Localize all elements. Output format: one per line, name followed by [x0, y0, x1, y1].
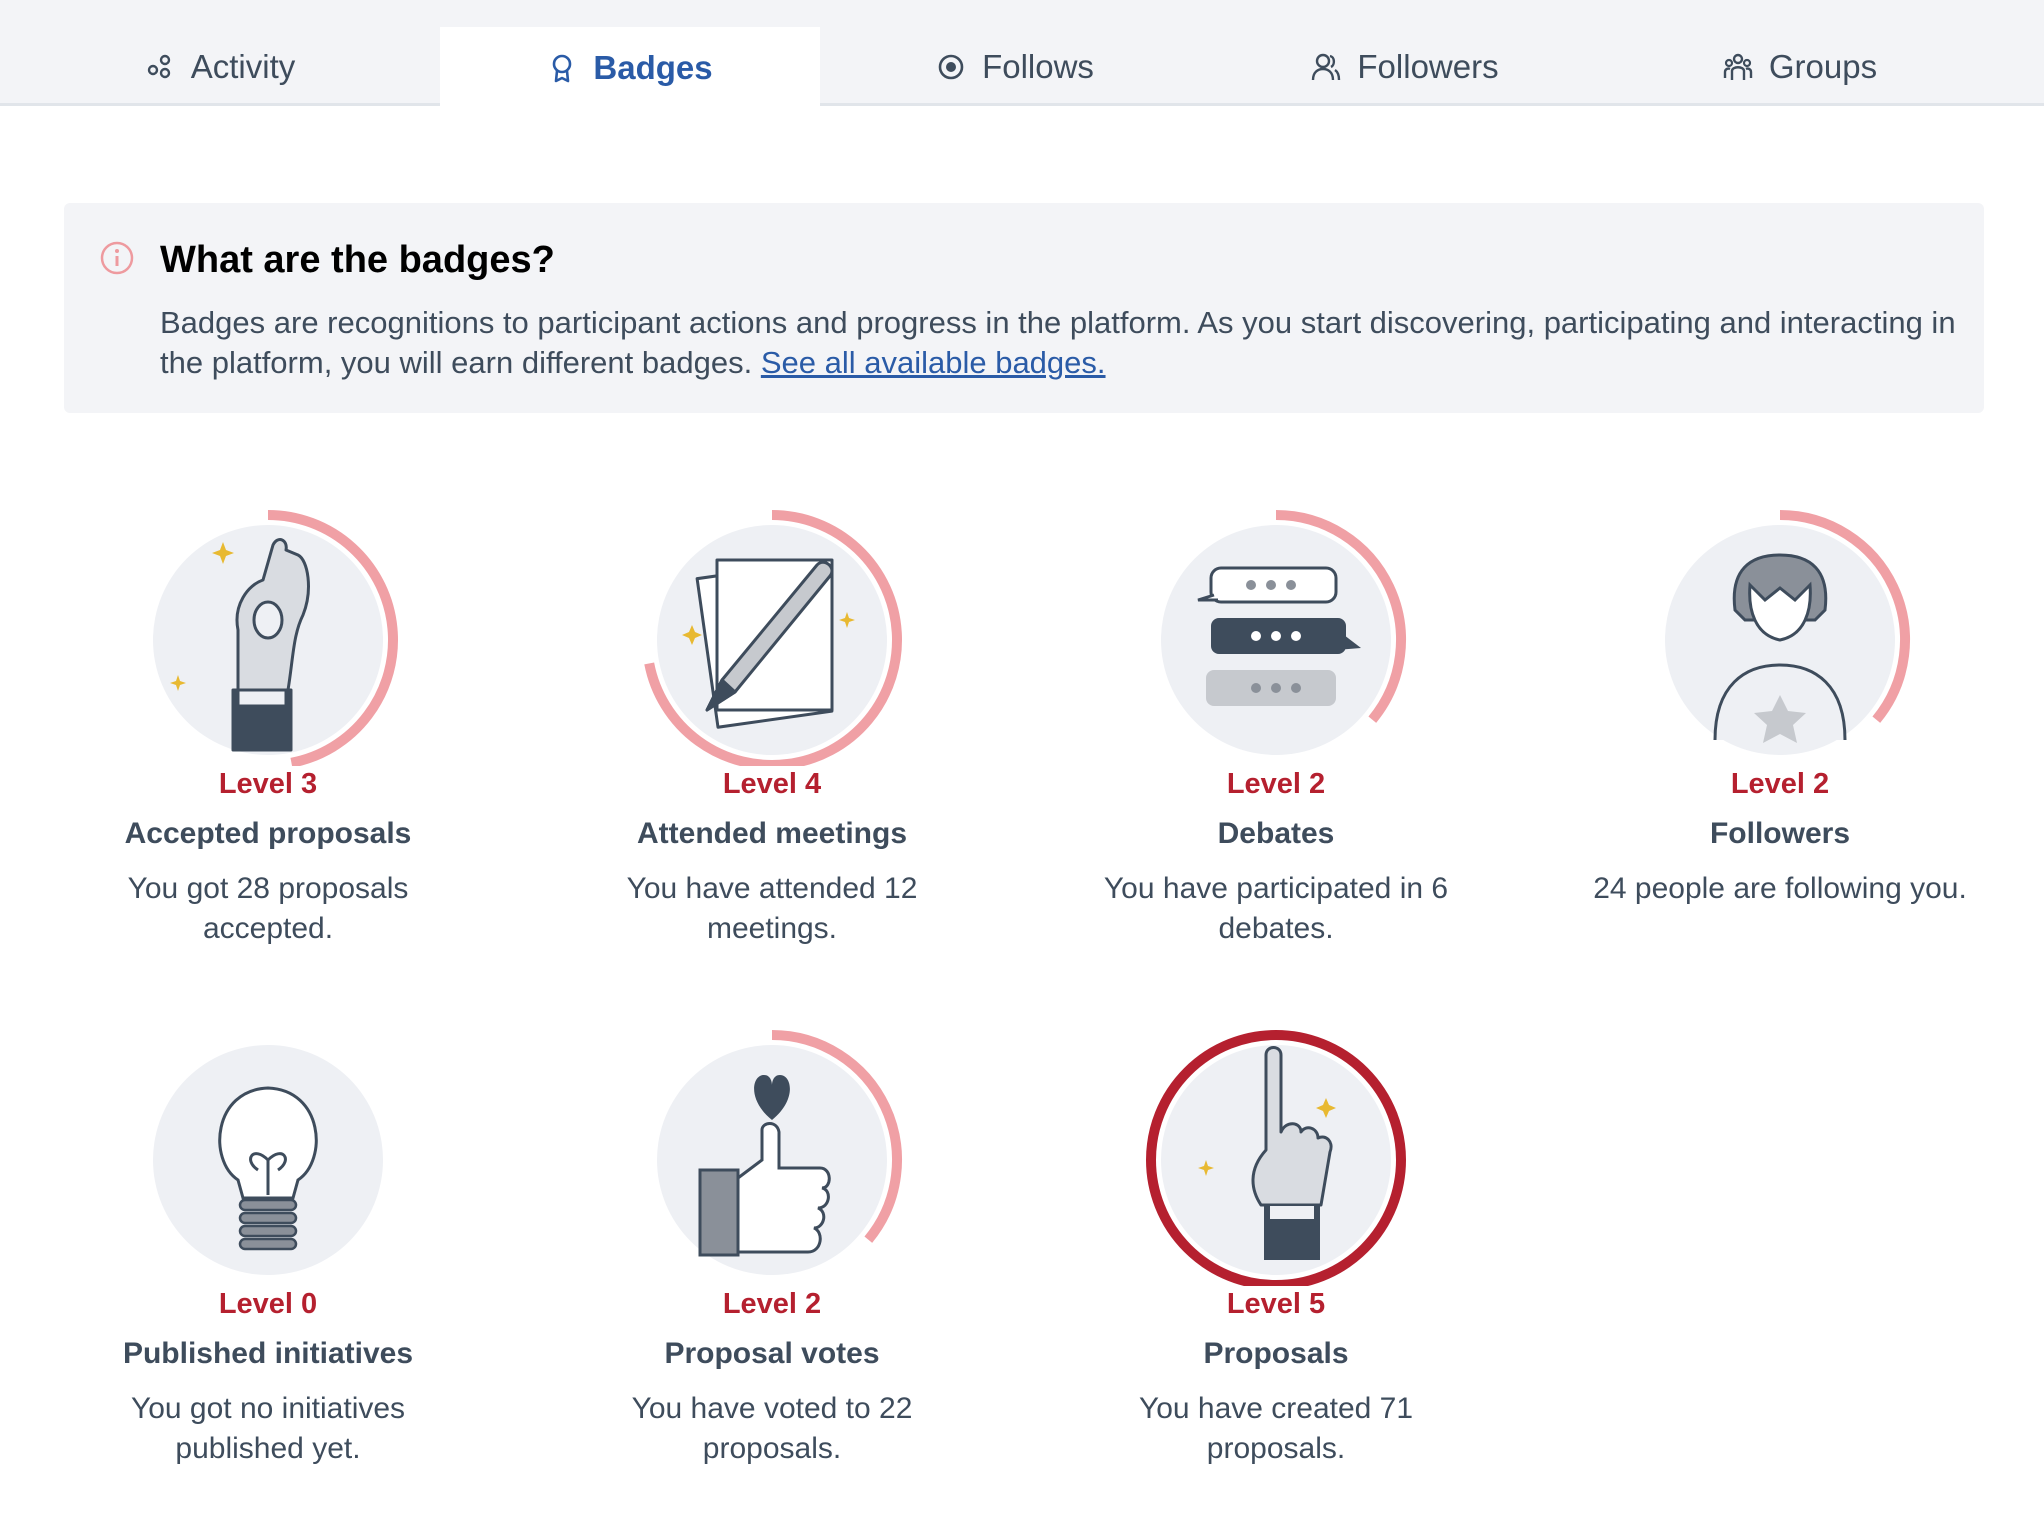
- tab-label: Groups: [1768, 47, 1878, 85]
- tab-followers[interactable]: Followers: [1210, 27, 1600, 106]
- tab-label: Activity: [190, 47, 296, 85]
- pencil-notes-icon: [644, 510, 902, 770]
- badge-proposal-votes[interactable]: Level 2 Proposal votes You have voted to…: [562, 1020, 982, 1469]
- badge-level: Level 0: [206, 1286, 330, 1323]
- badge-name: Followers: [1709, 817, 1851, 850]
- tab-label: Followers: [1357, 47, 1499, 85]
- badge-published-initiatives[interactable]: Level 0 Published initiatives You got no…: [58, 1020, 478, 1469]
- tab-bar: Activity Badges Follows Followers Groups: [0, 0, 2044, 109]
- info-text: Badges are recognitions to participant a…: [160, 303, 1960, 383]
- tab-groups[interactable]: Groups: [1600, 27, 2000, 106]
- badge-icon: [553, 54, 572, 83]
- activity-icon: [147, 54, 170, 78]
- users-icon: [1312, 53, 1341, 80]
- badge-level: Level 2: [1214, 766, 1338, 803]
- badge-debates[interactable]: Level 2 Debates You have participated in…: [1066, 500, 1486, 949]
- badge-followers[interactable]: Level 2 Followers 24 people are followin…: [1570, 500, 1990, 909]
- tab-label: Badges: [593, 49, 713, 86]
- info-title: What are the badges?: [160, 239, 555, 281]
- badge-description: You got 28 proposals accepted.: [127, 872, 409, 945]
- badge-description: You have attended 12 meetings.: [626, 872, 918, 945]
- badge-level: Level 2: [710, 1286, 834, 1323]
- badge-description: 24 people are following you.: [1593, 872, 1967, 905]
- badge-level: Level 4: [710, 766, 834, 803]
- badge-description: You got no initiatives published yet.: [130, 1392, 406, 1465]
- thumbs-up-icon: [657, 1030, 902, 1275]
- badge-attended-meetings[interactable]: Level 4 Attended meetings You have atten…: [562, 500, 982, 949]
- all-badges-link[interactable]: See all available badges.: [761, 345, 1106, 380]
- badge-level: Level 5: [1214, 1286, 1338, 1323]
- tab-label: Follows: [982, 47, 1094, 85]
- badge-proposals[interactable]: Level 5 Proposals You have created 71 pr…: [1066, 1020, 1486, 1469]
- badge-description: You have participated in 6 debates.: [1103, 872, 1449, 945]
- badge-accepted-proposals[interactable]: Level 3 Accepted proposals You got 28 pr…: [58, 500, 478, 949]
- badge-description: You have voted to 22 proposals.: [631, 1392, 913, 1465]
- badge-name: Proposals: [1203, 1337, 1349, 1370]
- tab-activity[interactable]: Activity: [0, 27, 440, 106]
- badge-level: Level 2: [1718, 766, 1842, 803]
- raised-finger-icon: [1146, 1030, 1406, 1290]
- badge-description: You have created 71 proposals.: [1138, 1392, 1414, 1465]
- info-icon: [100, 241, 134, 275]
- badges-info-callout: What are the badges? Badges are recognit…: [64, 203, 1984, 413]
- speech-bubbles-icon: [1161, 510, 1406, 755]
- tab-follows[interactable]: Follows: [820, 27, 1210, 106]
- badge-name: Accepted proposals: [124, 817, 412, 850]
- eye-icon: [938, 54, 964, 79]
- badge-name: Proposal votes: [664, 1337, 880, 1370]
- badge-name: Attended meetings: [636, 817, 908, 850]
- badge-name: Debates: [1217, 817, 1335, 850]
- ok-hand-icon: [153, 510, 398, 768]
- lightbulb-icon: [153, 1045, 383, 1275]
- group-icon: [1723, 53, 1753, 80]
- person-icon: [1665, 510, 1910, 755]
- badge-level: Level 3: [206, 766, 330, 803]
- badge-name: Published initiatives: [122, 1337, 414, 1370]
- tab-badges[interactable]: Badges: [440, 27, 820, 109]
